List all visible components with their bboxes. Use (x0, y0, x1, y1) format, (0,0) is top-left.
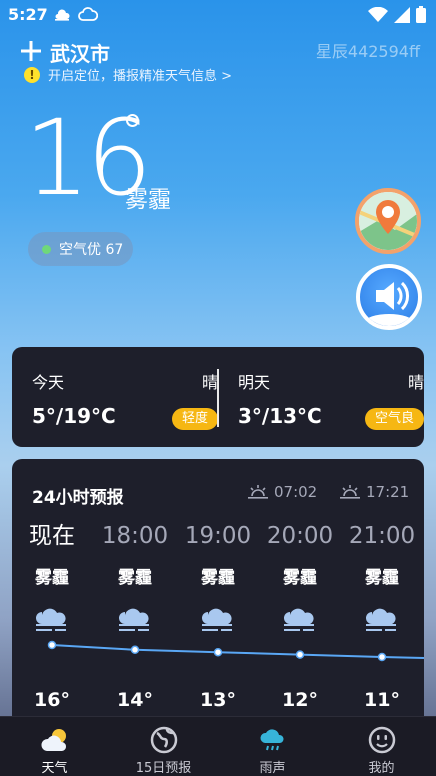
day-label: 明天 (238, 373, 271, 392)
cloud-status-icon (78, 7, 98, 21)
hour-temperature: 12° (282, 689, 318, 711)
trend-point (130, 645, 140, 655)
status-bar: 5:27 (0, 0, 436, 30)
tab-label: 我的 (368, 761, 395, 776)
sunrise-icon (248, 485, 268, 499)
hour-condition: 雾霾 (201, 568, 235, 588)
tab-mine[interactable]: 我的 (327, 717, 436, 776)
trend-polyline (51, 644, 424, 659)
add-city-icon[interactable] (20, 40, 42, 62)
sunset-icon (340, 485, 360, 499)
city-name[interactable]: 武汉市 (50, 38, 110, 67)
hour-temperature: 13° (200, 689, 236, 711)
sunrise-time: 07:02 (274, 483, 318, 501)
hour-time: 20:00 (266, 523, 334, 549)
warning-icon: ! (24, 66, 40, 83)
sunrise: 07:02 (248, 483, 317, 501)
hour-item[interactable]: 18:00 雾霾 (97, 521, 173, 638)
locate-tip[interactable]: ! 开启定位，播报精准天气信息 > (24, 65, 232, 84)
tab-weather[interactable]: 天气 (0, 717, 109, 776)
hour-time: 现在 (29, 523, 75, 549)
tab-label: 雨声 (259, 761, 286, 776)
trend-point (377, 652, 387, 662)
aqi-pill[interactable]: 空气优 67 (28, 232, 134, 266)
aqi-dot-icon (42, 244, 51, 254)
hour-item[interactable]: 19:00 雾霾 (180, 521, 256, 638)
day-temp-range: 3°/13°C (238, 404, 322, 428)
smiley-icon (368, 726, 395, 754)
hour-time: 19:00 (184, 523, 252, 549)
divider (217, 369, 219, 427)
trend-point (295, 650, 305, 659)
hour-item[interactable]: 现在 雾霾 (14, 521, 90, 638)
air-quality-badge: 轻度 (171, 408, 218, 430)
sunset: 17:21 (340, 483, 409, 501)
user-id: 星辰442594ff (315, 42, 420, 61)
map-pin-icon (359, 192, 417, 250)
hour-condition: 雾霾 (283, 568, 317, 588)
tomorrow-forecast[interactable]: 明天 晴 3°/13°C 空气良 (238, 347, 424, 447)
bottom-tab-bar: 天气 15日预报 雨声 我的 (0, 716, 436, 776)
battery-icon (416, 6, 426, 23)
rain-cloud-icon (259, 729, 284, 751)
day-label: 今天 (32, 373, 65, 392)
temperature-trend-line (47, 640, 424, 662)
tab-label: 15日预报 (135, 761, 192, 776)
hour-time: 18:00 (101, 523, 169, 549)
status-time: 5:27 (8, 5, 48, 24)
air-quality-badge: 空气良 (364, 408, 424, 430)
tab-rain-sound[interactable]: 雨声 (218, 717, 327, 776)
hour-temperature: 11° (364, 689, 400, 711)
hour-condition: 雾霾 (118, 568, 152, 588)
day-weather: 晴 (407, 373, 424, 392)
tab-label: 天气 (41, 761, 68, 776)
hourly-title: 24小时预报 (32, 488, 124, 508)
tab-15day[interactable]: 15日预报 (109, 717, 218, 776)
day-forecast-card[interactable]: 今天 晴 5°/19°C 轻度 明天 晴 3°/13°C 空气良 (12, 347, 424, 447)
today-forecast[interactable]: 今天 晴 5°/19°C 轻度 (32, 347, 218, 447)
hour-time: 21:00 (348, 523, 416, 549)
degree-symbol (126, 114, 139, 127)
hour-item[interactable]: 20:00 雾霾 (262, 521, 338, 638)
hourly-forecast-card[interactable]: 24小时预报 07:02 17:21 现在 雾霾 18:00 雾霾 19:00 … (12, 459, 424, 719)
hour-temperature: 14° (117, 689, 153, 711)
hour-temperature: 16° (34, 689, 70, 711)
sun-cloud-icon (40, 729, 66, 751)
hour-item[interactable]: 21:00 雾霾 (344, 521, 420, 638)
speaker-icon (365, 281, 413, 326)
haze-status-icon (55, 9, 70, 21)
day-weather: 晴 (201, 373, 218, 392)
locate-tip-text: 开启定位，播报精准天气信息 > (48, 69, 233, 84)
aqi-text: 空气优 67 (59, 242, 124, 258)
sunset-time: 17:21 (366, 483, 410, 501)
header: 武汉市 星辰442594ff ! 开启定位，播报精准天气信息 > (20, 38, 420, 86)
globe-icon (150, 726, 177, 754)
hour-condition: 雾霾 (35, 568, 69, 588)
map-location-button[interactable] (355, 188, 421, 254)
hour-condition: 雾霾 (365, 568, 399, 588)
current-condition: 雾霾 (125, 187, 171, 213)
day-temp-range: 5°/19°C (32, 404, 116, 428)
wifi-icon (368, 6, 388, 22)
signal-icon (394, 6, 410, 23)
trend-point (47, 640, 57, 650)
trend-point (213, 647, 223, 657)
voice-broadcast-button[interactable] (356, 264, 422, 330)
